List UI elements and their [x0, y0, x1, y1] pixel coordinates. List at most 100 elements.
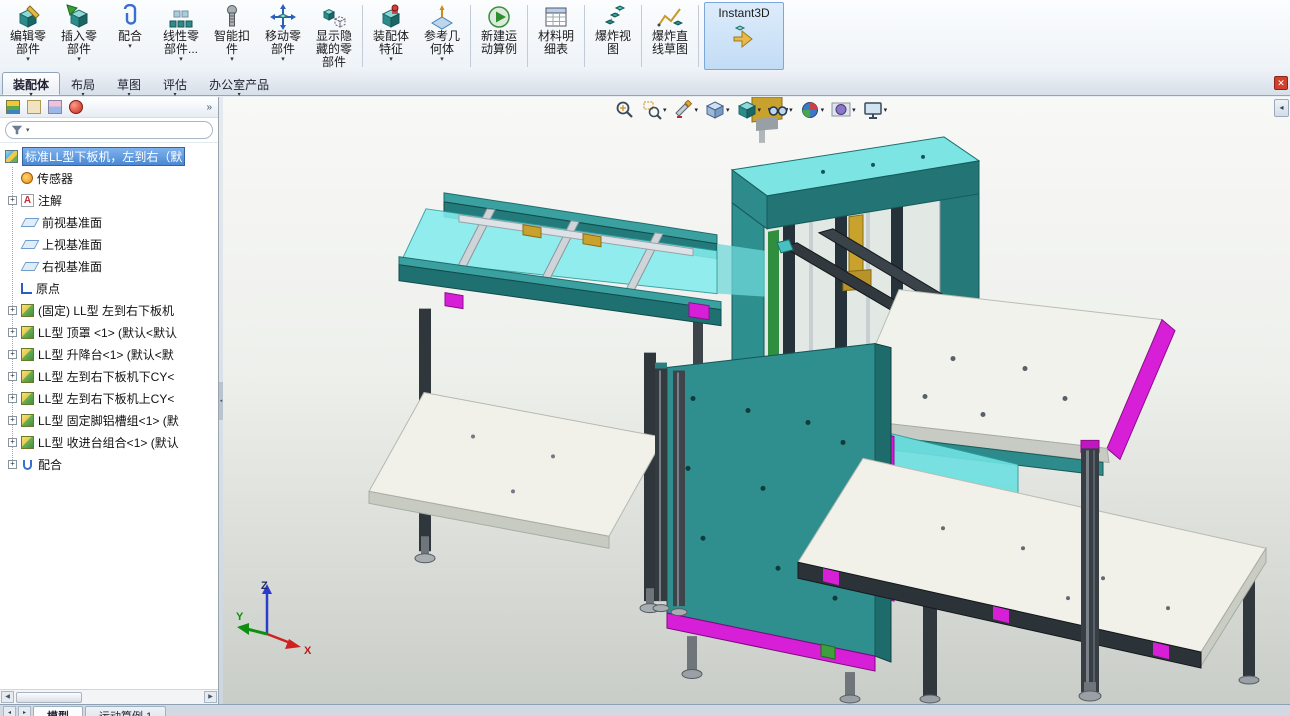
- tab-office-products[interactable]: 办公室产品 ▾: [198, 72, 280, 98]
- configurationmanager-tab-icon[interactable]: [48, 100, 62, 114]
- tree-item-component-top-cover[interactable]: + LL型 顶罩 <1> (默认<默认: [0, 321, 218, 343]
- expand-icon[interactable]: +: [8, 327, 17, 337]
- tree-item-component-upper-cy[interactable]: + LL型 左到右下板机上CY<: [0, 387, 218, 409]
- edit-component-icon: [15, 4, 41, 30]
- edit-component-button[interactable]: 编辑零部件 ▾: [3, 2, 53, 70]
- display-style-button[interactable]: ▾: [737, 100, 761, 120]
- close-icon[interactable]: ✕: [1274, 76, 1288, 90]
- component-icon: [21, 369, 34, 383]
- plane-icon: [20, 261, 40, 271]
- zoom-to-fit-button[interactable]: [615, 100, 635, 120]
- model-tab[interactable]: 模型: [33, 706, 83, 716]
- overflow-chevron-icon[interactable]: »: [206, 102, 212, 113]
- section-view-button[interactable]: ▾: [674, 100, 698, 120]
- front-leg-extrusion[interactable]: [1078, 439, 1102, 702]
- featuremanager-tab-icon[interactable]: [6, 100, 20, 114]
- expand-icon[interactable]: +: [8, 195, 17, 205]
- tree-item-top-plane[interactable]: 上视基准面: [0, 233, 218, 255]
- linear-component-pattern-button[interactable]: 线性零部件... ▾: [156, 2, 206, 70]
- explode-line-sketch-icon: [657, 4, 683, 30]
- reference-geometry-button[interactable]: 参考几何体 ▾: [417, 2, 467, 70]
- new-motion-study-icon: [486, 4, 512, 30]
- expand-icon[interactable]: +: [8, 349, 17, 359]
- filter-dropdown-arrow-icon[interactable]: ▾: [26, 126, 30, 134]
- tab-scroll-left-icon[interactable]: ◂: [3, 706, 16, 716]
- tree-root-item[interactable]: 标准LL型下板机，左到右（默: [0, 145, 218, 167]
- mates-icon: [23, 460, 32, 470]
- motion-study-tab[interactable]: 运动算例 1: [85, 706, 167, 716]
- mate-button[interactable]: 配合 ▾: [105, 2, 155, 70]
- main-area: » ▾ 标准LL型下板机，左到右（默 传感器 + A 注解 前视基准面 上视基准…: [0, 97, 1290, 704]
- move-component-button[interactable]: 移动零部件 ▾: [258, 2, 308, 70]
- tree-filter-input[interactable]: [32, 124, 207, 136]
- assembly-features-icon: [378, 4, 404, 30]
- apply-scene-button[interactable]: ▾: [831, 100, 856, 120]
- tree-item-front-plane[interactable]: 前视基准面: [0, 211, 218, 233]
- panel-horizontal-scrollbar: ◀ ▶: [0, 689, 218, 704]
- expand-icon[interactable]: +: [8, 415, 17, 425]
- tree-filter-box: ▾: [5, 121, 213, 139]
- expand-icon[interactable]: +: [8, 305, 17, 315]
- expand-icon[interactable]: +: [8, 437, 17, 447]
- tab-scroll-right-icon[interactable]: ▸: [18, 706, 31, 716]
- panel-tab-bar: »: [0, 97, 218, 118]
- show-hidden-components-button[interactable]: 显示隐藏的零部件 ▾: [309, 2, 359, 76]
- exploded-view-button[interactable]: 爆炸视图: [588, 2, 638, 70]
- scrollbar-thumb[interactable]: [16, 691, 82, 703]
- left-lower-shelf[interactable]: [368, 391, 665, 614]
- toolbar-separator: [527, 5, 528, 67]
- hide-show-items-button[interactable]: ▾: [768, 100, 793, 120]
- expand-icon[interactable]: +: [8, 371, 17, 381]
- tab-evaluate[interactable]: 评估 ▾: [152, 72, 198, 98]
- tree-item-component-foot-channel[interactable]: + LL型 固定脚铝槽组<1> (默: [0, 409, 218, 431]
- bill-of-materials-button[interactable]: 材料明细表: [531, 2, 581, 70]
- reference-geometry-icon: [429, 4, 455, 30]
- dropdown-arrow-icon: ▾: [128, 43, 132, 50]
- tree-item-component-lift-table[interactable]: + LL型 升降台<1> (默认<默: [0, 343, 218, 365]
- filter-funnel-icon[interactable]: [11, 124, 23, 136]
- tree-item-right-plane[interactable]: 右视基准面: [0, 255, 218, 277]
- instant3d-button[interactable]: Instant3D: [704, 2, 784, 70]
- insert-component-icon: [66, 4, 92, 30]
- graphics-area[interactable]: ▾ ▾ ▾ ▾ ▾ ▾ ▾ ▾ Z X Y ◂: [223, 97, 1290, 704]
- view-orientation-button[interactable]: ▾: [705, 100, 730, 120]
- assembly-features-button[interactable]: 装配体特征 ▾: [366, 2, 416, 70]
- expand-icon[interactable]: +: [8, 459, 17, 469]
- ribbon-tab-bar: 装配体 ▾ 布局 ▾ 草图 ▾ 评估 ▾ 办公室产品 ▾ ✕: [0, 70, 1290, 98]
- insert-component-button[interactable]: 插入零部件 ▾: [54, 2, 104, 70]
- tree-item-annotations[interactable]: + 注解: [0, 189, 218, 211]
- explode-line-sketch-button[interactable]: 爆炸直线草图: [645, 2, 695, 70]
- origin-icon: [21, 282, 32, 294]
- expand-icon[interactable]: +: [8, 393, 17, 403]
- scroll-left-icon[interactable]: ◀: [1, 691, 14, 703]
- model-tabs-bar: ◂ ▸ 模型 运动算例 1: [0, 704, 1290, 716]
- dropdown-arrow-icon: ▾: [77, 56, 81, 63]
- edit-appearance-button[interactable]: ▾: [800, 100, 824, 120]
- dropdown-arrow-icon: ▾: [281, 56, 285, 63]
- apply-scene-icon: [831, 102, 851, 117]
- tree-item-component-retract-table[interactable]: + LL型 收进台组合<1> (默认: [0, 431, 218, 453]
- component-icon: [21, 435, 34, 449]
- section-view-icon: [674, 100, 692, 118]
- display-style-icon: [737, 101, 756, 119]
- view-settings-button[interactable]: ▾: [863, 100, 887, 120]
- dimxpertmanager-tab-icon[interactable]: [69, 100, 83, 114]
- tree-item-component-fixed-base[interactable]: + (固定) LL型 左到右下板机: [0, 299, 218, 321]
- glasses-icon: [768, 106, 789, 116]
- task-pane-collapse-icon[interactable]: ◂: [1274, 99, 1289, 117]
- tree-item-mates[interactable]: + 配合: [0, 453, 218, 475]
- tab-assembly[interactable]: 装配体 ▾: [2, 72, 61, 98]
- scroll-right-icon[interactable]: ▶: [204, 691, 217, 703]
- smart-fasteners-button[interactable]: 智能扣件 ▾: [207, 2, 257, 70]
- propertymanager-tab-icon[interactable]: [27, 100, 41, 114]
- tab-layout[interactable]: 布局 ▾: [60, 72, 106, 98]
- triad-y-label: Y: [236, 611, 244, 623]
- tree-item-component-lower-cy[interactable]: + LL型 左到右下板机下CY<: [0, 365, 218, 387]
- model-canvas[interactable]: [223, 97, 1290, 704]
- tab-sketch[interactable]: 草图 ▾: [106, 72, 152, 98]
- tree-item-origin[interactable]: 原点: [0, 277, 218, 299]
- tree-item-sensors[interactable]: 传感器: [0, 167, 218, 189]
- zoom-to-area-button[interactable]: ▾: [642, 100, 667, 120]
- dropdown-arrow-icon: ▾: [389, 56, 393, 63]
- new-motion-study-button[interactable]: 新建运动算例: [474, 2, 524, 70]
